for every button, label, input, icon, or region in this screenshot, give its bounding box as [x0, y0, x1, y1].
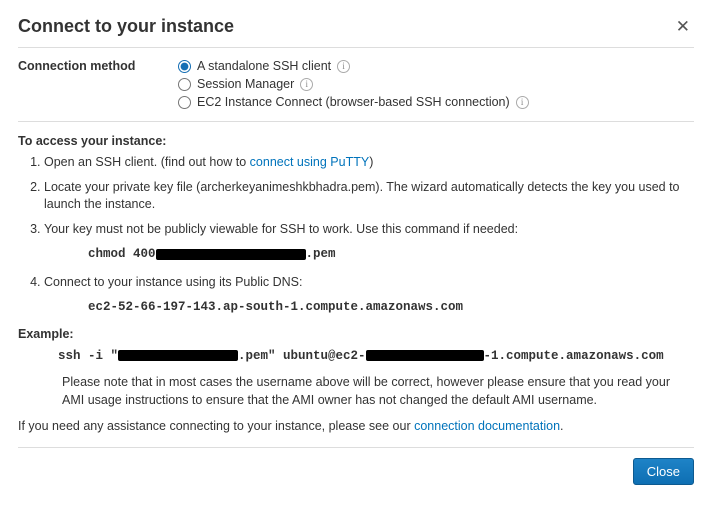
radio-standalone-ssh[interactable]: A standalone SSH client i: [178, 59, 694, 73]
steps-list: Open an SSH client. (find out how to con…: [44, 154, 694, 317]
chmod-command: chmod 400 .pem: [88, 246, 694, 264]
connection-method-options: A standalone SSH client i Session Manage…: [178, 59, 694, 113]
chmod-pre: chmod 400: [88, 246, 156, 264]
info-icon[interactable]: i: [337, 60, 350, 73]
radio-standalone-ssh-input[interactable]: [178, 60, 191, 73]
redacted-keyname-2: [118, 350, 238, 361]
connect-dialog: Connect to your instance ✕ Connection me…: [0, 0, 712, 499]
close-icon[interactable]: ✕: [672, 16, 694, 37]
step1-prefix: Open an SSH client. (find out how to: [44, 155, 250, 169]
step-4: Connect to your instance using its Publi…: [44, 274, 694, 317]
info-icon[interactable]: i: [300, 78, 313, 91]
radio-label: EC2 Instance Connect (browser-based SSH …: [197, 95, 510, 109]
redacted-host: [366, 350, 484, 361]
putty-link[interactable]: connect using PuTTY: [250, 155, 370, 169]
step3-text: Your key must not be publicly viewable f…: [44, 222, 518, 236]
assist-prefix: If you need any assistance connecting to…: [18, 419, 414, 433]
ssh-mid: .pem" ubuntu@ec2-: [238, 349, 366, 363]
radio-ec2-instance-connect-input[interactable]: [178, 96, 191, 109]
username-note: Please note that in most cases the usern…: [62, 373, 694, 409]
connection-method-label: Connection method: [18, 59, 178, 113]
public-dns: ec2-52-66-197-143.ap-south-1.compute.ama…: [88, 299, 694, 317]
close-button[interactable]: Close: [633, 458, 694, 485]
step-1: Open an SSH client. (find out how to con…: [44, 154, 694, 172]
connection-method-row: Connection method A standalone SSH clien…: [18, 48, 694, 121]
assist-suffix: .: [560, 419, 563, 433]
ssh-pre: ssh -i ": [58, 349, 118, 363]
chmod-post: .pem: [306, 246, 336, 264]
radio-session-manager-input[interactable]: [178, 78, 191, 91]
ssh-post: -1.compute.amazonaws.com: [484, 349, 664, 363]
connection-docs-link[interactable]: connection documentation: [414, 419, 560, 433]
divider-method: [18, 121, 694, 122]
step4-text: Connect to your instance using its Publi…: [44, 275, 302, 289]
step-3: Your key must not be publicly viewable f…: [44, 221, 694, 264]
access-heading: To access your instance:: [18, 134, 694, 148]
assist-line: If you need any assistance connecting to…: [18, 419, 694, 433]
step1-suffix: ): [369, 155, 373, 169]
redacted-keyname: [156, 249, 306, 260]
dialog-footer: Close: [18, 448, 694, 485]
radio-session-manager[interactable]: Session Manager i: [178, 77, 694, 91]
radio-label: Session Manager: [197, 77, 294, 91]
example-heading: Example:: [18, 327, 694, 341]
radio-label: A standalone SSH client: [197, 59, 331, 73]
ssh-example-command: ssh -i " .pem" ubuntu@ec2- -1.compute.amaz…: [58, 349, 694, 363]
radio-ec2-instance-connect[interactable]: EC2 Instance Connect (browser-based SSH …: [178, 95, 694, 109]
info-icon[interactable]: i: [516, 96, 529, 109]
dialog-header: Connect to your instance ✕: [18, 16, 694, 37]
step-2: Locate your private key file (archerkeya…: [44, 179, 694, 214]
dialog-title: Connect to your instance: [18, 16, 234, 37]
